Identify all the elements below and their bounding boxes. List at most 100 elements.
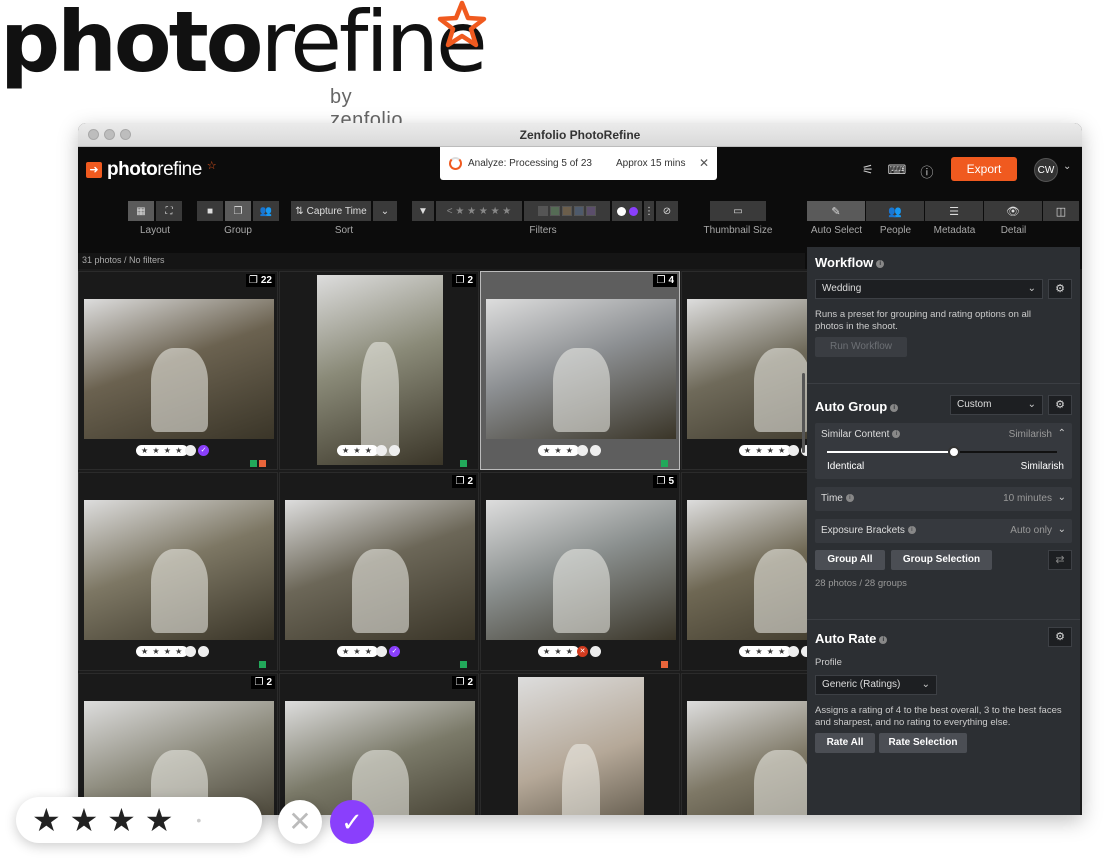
- mark-circle[interactable]: [788, 646, 799, 657]
- rate-all-button[interactable]: Rate All: [815, 733, 875, 753]
- photo-rating[interactable]: ★ ★ ★: [538, 646, 579, 657]
- photo-rating[interactable]: ★ ★ ★ ★: [739, 445, 792, 456]
- tab-metadata[interactable]: ☰: [925, 201, 983, 221]
- rate-selection-button[interactable]: Rate Selection: [879, 733, 967, 753]
- export-button[interactable]: Export: [951, 157, 1017, 181]
- thumbnail-controls: ▭: [710, 201, 766, 221]
- stack-icon: ❐: [455, 275, 465, 286]
- mark-circle[interactable]: [376, 445, 387, 456]
- workflow-settings-gear-icon[interactable]: ⚙: [1048, 279, 1072, 299]
- auto-group-select[interactable]: Custom ⌄: [950, 395, 1043, 415]
- flag-filter[interactable]: [612, 201, 642, 221]
- color-filter[interactable]: [524, 201, 610, 221]
- mark-circle[interactable]: [389, 445, 400, 456]
- chevron-down-icon[interactable]: ⌄: [1063, 161, 1071, 172]
- group-stats: 28 photos / 28 groups: [815, 578, 907, 589]
- refresh-icon[interactable]: ⇄: [1048, 550, 1072, 570]
- brand-star-icon: [437, 0, 487, 48]
- close-notice-icon[interactable]: ✕: [699, 156, 709, 170]
- photo-grid-area: 31 photos / No filters ❐ 22 ★ ★ ★ ★ ✓ ❐ 2 ★ ★ …: [78, 253, 881, 815]
- fullscreen-icon[interactable]: ⛶: [156, 201, 182, 221]
- photo-thumbnail[interactable]: ❐ 2: [279, 673, 479, 815]
- rating-dot[interactable]: •: [196, 812, 201, 828]
- keyboard-icon[interactable]: ⌨: [888, 162, 907, 181]
- reject-mark-icon[interactable]: ✕: [577, 646, 588, 657]
- chevron-down-icon: ⌄: [921, 679, 930, 690]
- photo-thumbnail[interactable]: ❐ 2 ★ ★ ★: [279, 271, 479, 470]
- photo-thumbnail[interactable]: ❐ 4 ★ ★ ★: [480, 271, 680, 470]
- auto-group-settings-gear-icon[interactable]: ⚙: [1048, 395, 1072, 415]
- mark-circle[interactable]: [577, 445, 588, 456]
- accept-button[interactable]: ✓: [330, 800, 374, 844]
- color-swatch[interactable]: [574, 206, 584, 216]
- rating-bar[interactable]: ★ ★ ★ ★ •: [16, 797, 262, 843]
- profile-select[interactable]: Generic (Ratings) ⌄: [815, 675, 937, 695]
- mark-circle[interactable]: [788, 445, 799, 456]
- accept-mark-icon[interactable]: ✓: [389, 646, 400, 657]
- clear-filter-icon[interactable]: ⊘: [656, 201, 678, 221]
- stack-icon: ❐: [656, 275, 666, 286]
- group-label: Group: [224, 225, 252, 236]
- similarity-slider-handle[interactable]: [947, 446, 960, 458]
- photo-thumbnail[interactable]: ❐ 2 ★ ★ ★ ✓: [279, 472, 479, 671]
- sliders-icon[interactable]: ⚟: [862, 162, 874, 181]
- color-label: [259, 661, 266, 668]
- photo-rating[interactable]: ★ ★ ★ ★: [136, 445, 189, 456]
- workflow-select[interactable]: Wedding ⌄: [815, 279, 1043, 299]
- thumbnail-size-icon[interactable]: ▭: [710, 201, 766, 221]
- tab-people[interactable]: 👥: [866, 201, 924, 221]
- stack-count-badge: ❐ 5: [653, 475, 677, 488]
- star-rating[interactable]: ★ ★ ★ ★: [32, 801, 173, 839]
- filter-icon[interactable]: ▼: [412, 201, 434, 221]
- stack-view-icon[interactable]: ❐: [225, 201, 251, 221]
- auto-rate-settings-gear-icon[interactable]: ⚙: [1048, 627, 1072, 647]
- tab-panel-toggle[interactable]: ◫: [1043, 201, 1079, 221]
- photo-rating[interactable]: ★ ★ ★: [538, 445, 579, 456]
- help-icon[interactable]: ⓘ: [920, 162, 933, 181]
- photo-thumbnail[interactable]: ❐ 22 ★ ★ ★ ★ ✓: [78, 271, 278, 470]
- similarity-slider-track[interactable]: [827, 446, 1057, 458]
- photo-rating[interactable]: ★ ★ ★ ★: [136, 646, 189, 657]
- time-setting[interactable]: Time i 10 minutes ⌄: [815, 487, 1072, 511]
- photo-thumbnail[interactable]: ★ ★ ★ ★: [78, 472, 278, 671]
- grid-view-icon[interactable]: ▦: [128, 201, 154, 221]
- photo-rating[interactable]: ★ ★ ★: [337, 646, 378, 657]
- tab-auto-select[interactable]: ✎: [807, 201, 865, 221]
- photo-rating[interactable]: ★ ★ ★: [337, 445, 378, 456]
- mark-circle[interactable]: [198, 646, 209, 657]
- group-all-button[interactable]: Group All: [815, 550, 885, 570]
- mark-circle[interactable]: [590, 445, 601, 456]
- single-view-icon[interactable]: ■: [197, 201, 223, 221]
- group-selection-button[interactable]: Group Selection: [891, 550, 992, 570]
- mark-circle[interactable]: [185, 646, 196, 657]
- photo-thumbnail[interactable]: ❐ 2: [78, 673, 278, 815]
- mark-circle[interactable]: [376, 646, 387, 657]
- more-icon[interactable]: ⋮: [644, 201, 654, 221]
- auto-select-panel: Workflow i Wedding ⌄ ⚙ Runs a preset for g…: [807, 247, 1080, 815]
- stack-count-badge: ❐ 2: [251, 676, 275, 689]
- grid-scrollbar[interactable]: [802, 373, 805, 453]
- tab-detail[interactable]: 👁: [984, 201, 1042, 221]
- exposure-brackets-setting[interactable]: Exposure Brackets i Auto only ⌄: [815, 519, 1072, 543]
- mark-circle[interactable]: [185, 445, 196, 456]
- accept-mark-icon[interactable]: ✓: [198, 445, 209, 456]
- photo-thumbnail[interactable]: ❐ 5 ★ ★ ★ ✕: [480, 472, 680, 671]
- color-swatch[interactable]: [550, 206, 560, 216]
- color-swatch[interactable]: [586, 206, 596, 216]
- run-workflow-button[interactable]: Run Workflow: [815, 337, 907, 357]
- mark-circle[interactable]: [590, 646, 601, 657]
- color-swatch[interactable]: [538, 206, 548, 216]
- sort-select[interactable]: ⇅ Capture Time: [291, 201, 371, 221]
- people-group-icon[interactable]: 👥: [253, 201, 279, 221]
- reject-button[interactable]: ✕: [278, 800, 322, 844]
- star-filter[interactable]: < ★ ★ ★ ★ ★: [436, 201, 522, 221]
- photo-rating[interactable]: ★ ★ ★ ★: [739, 646, 792, 657]
- avatar[interactable]: CW: [1034, 158, 1058, 182]
- sort-chevron-icon[interactable]: ⌄: [373, 201, 397, 221]
- color-swatch[interactable]: [562, 206, 572, 216]
- tab-metadata-label: Metadata: [933, 225, 976, 236]
- back-arrow-icon[interactable]: ➜: [86, 162, 102, 178]
- chevron-up-icon[interactable]: ⌃: [1058, 428, 1066, 439]
- stack-icon: ❐: [455, 476, 465, 487]
- photo-thumbnail[interactable]: [480, 673, 680, 815]
